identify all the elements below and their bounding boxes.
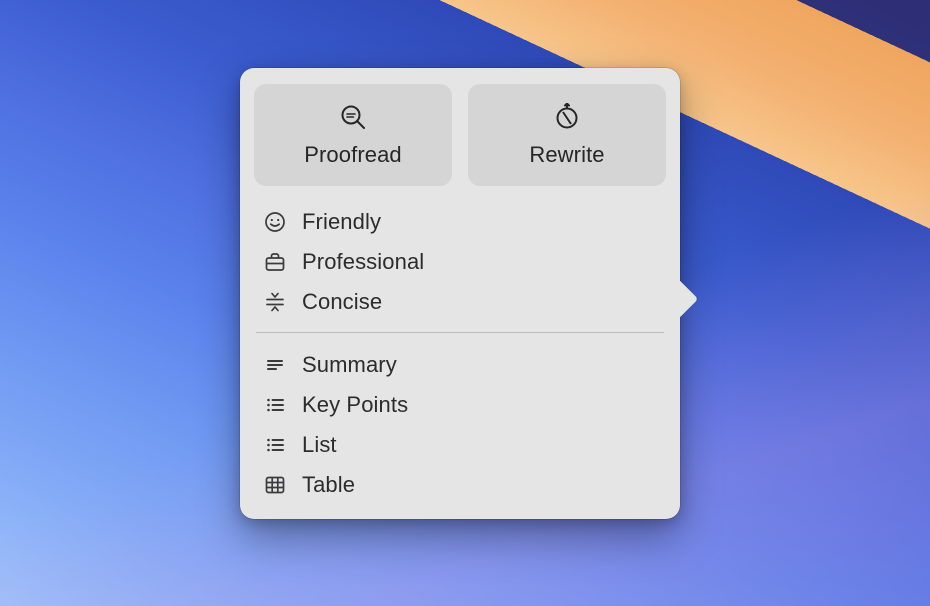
menu-item-label: Key Points xyxy=(302,392,408,418)
menu-item-label: List xyxy=(302,432,337,458)
rewrite-icon xyxy=(552,102,582,132)
menu-item-label: Table xyxy=(302,472,355,498)
section-divider xyxy=(256,332,664,333)
rewrite-label: Rewrite xyxy=(529,142,604,168)
format-section: Summary Key Points xyxy=(252,339,668,509)
menu-item-table[interactable]: Table xyxy=(260,465,660,505)
smile-icon xyxy=(264,211,286,233)
menu-item-label: Friendly xyxy=(302,209,381,235)
summary-icon xyxy=(264,354,286,376)
proofread-label: Proofread xyxy=(304,142,402,168)
menu-item-label: Summary xyxy=(302,352,397,378)
rewrite-button[interactable]: Rewrite xyxy=(468,84,666,186)
menu-item-summary[interactable]: Summary xyxy=(260,345,660,385)
writing-tools-popover: Proofread Rewrite xyxy=(240,68,680,519)
proofread-icon xyxy=(338,102,368,132)
concise-icon xyxy=(264,291,286,313)
menu-item-professional[interactable]: Professional xyxy=(260,242,660,282)
menu-item-concise[interactable]: Concise xyxy=(260,282,660,322)
menu-item-key-points[interactable]: Key Points xyxy=(260,385,660,425)
briefcase-icon xyxy=(264,251,286,273)
menu-item-friendly[interactable]: Friendly xyxy=(260,202,660,242)
primary-actions-row: Proofread Rewrite xyxy=(252,82,668,196)
list-icon xyxy=(264,434,286,456)
table-icon xyxy=(264,474,286,496)
tone-section: Friendly Professional Con xyxy=(252,196,668,326)
proofread-button[interactable]: Proofread xyxy=(254,84,452,186)
menu-item-label: Professional xyxy=(302,249,424,275)
key-points-icon xyxy=(264,394,286,416)
menu-item-list[interactable]: List xyxy=(260,425,660,465)
menu-item-label: Concise xyxy=(302,289,382,315)
